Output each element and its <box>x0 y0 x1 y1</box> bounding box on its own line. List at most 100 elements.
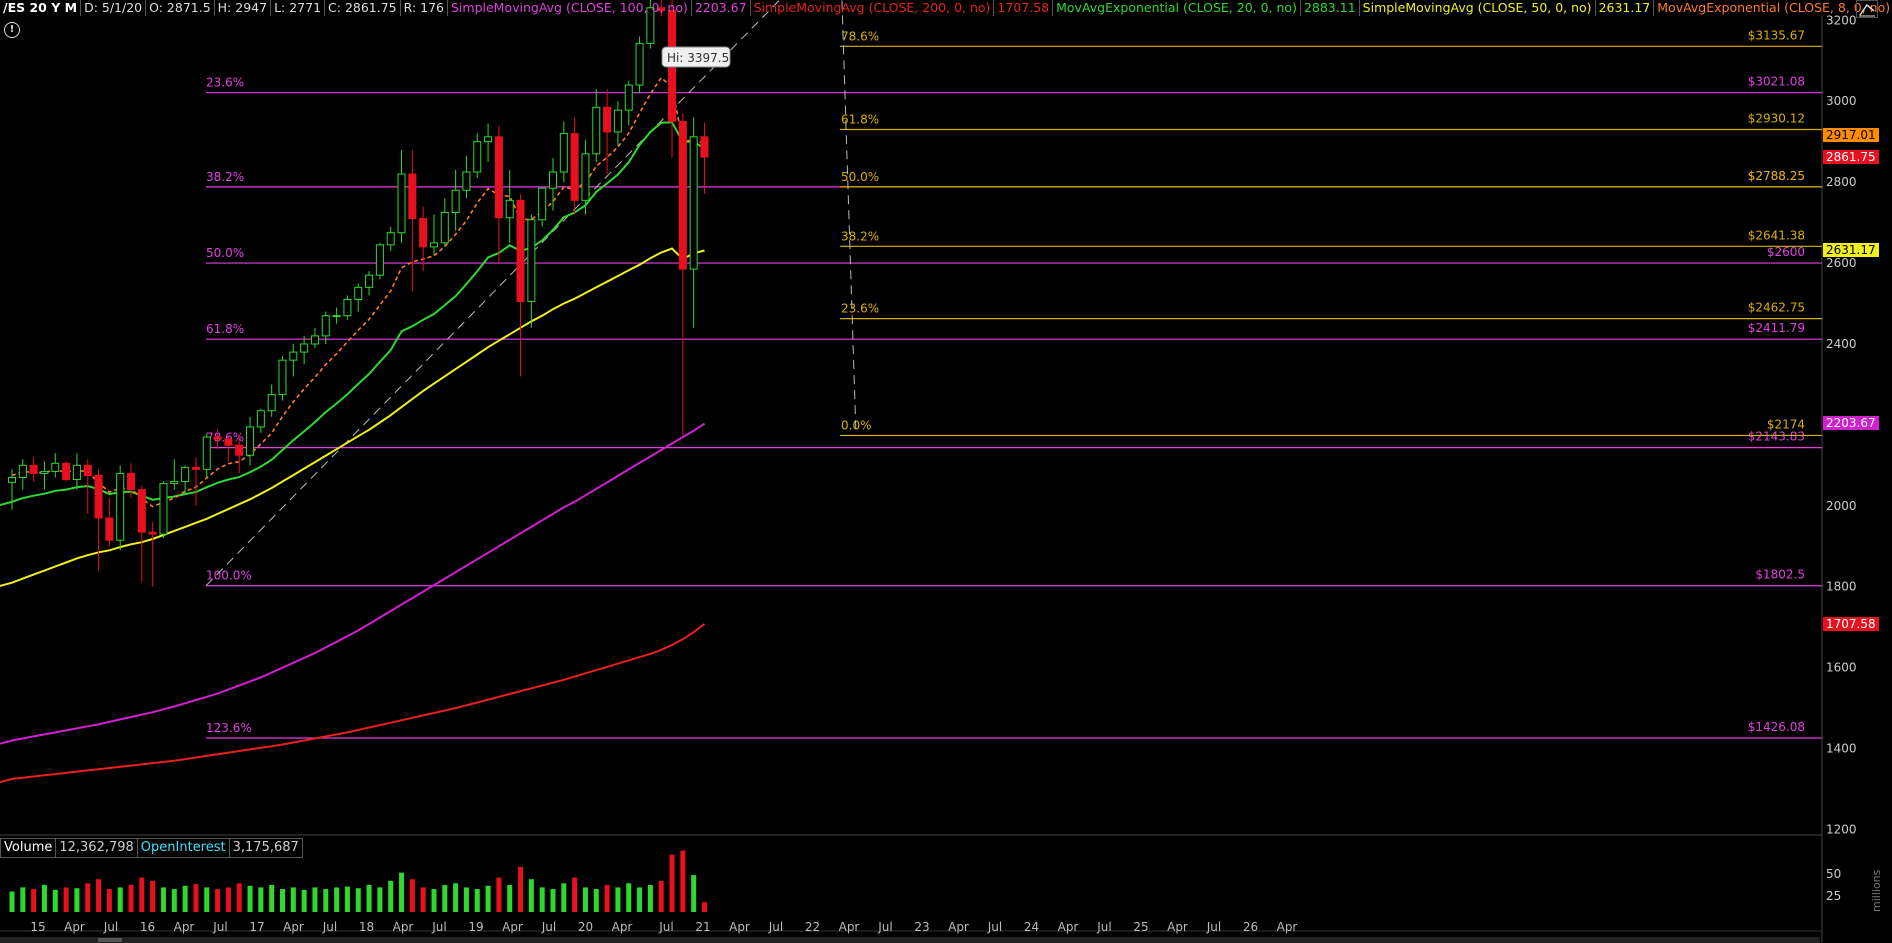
study-sma200-label[interactable]: SimpleMovingAvg (CLOSE, 200, 0, no) <box>751 0 995 16</box>
candle-body <box>559 133 568 173</box>
candle-body <box>484 136 493 143</box>
volume-bar <box>160 887 166 912</box>
drawing-tool-icon[interactable] <box>1856 0 1878 18</box>
fib-level-pct: 23.6% <box>206 76 244 90</box>
candle-body <box>51 462 60 472</box>
volume-bar <box>301 889 307 912</box>
volume-bar <box>604 884 610 912</box>
volume-bar <box>96 879 102 912</box>
candle-body <box>148 531 157 535</box>
candle-body <box>494 136 503 219</box>
volume-bar <box>507 884 513 912</box>
candle-body <box>62 462 71 481</box>
volume-bar <box>420 887 426 912</box>
candle-body <box>365 274 374 288</box>
candle-body <box>256 410 265 428</box>
x-tick-label: Jul <box>1096 920 1111 934</box>
price-tag: 2861.75 <box>1823 150 1879 165</box>
volume-bar <box>225 887 231 912</box>
candle-body <box>354 286 363 300</box>
volume-bar <box>323 889 329 912</box>
candle-body <box>321 315 330 337</box>
symbol-label[interactable]: /ES 20 Y M <box>0 0 82 16</box>
volume-bar <box>637 887 643 912</box>
volume-bar <box>63 887 69 912</box>
volume-label[interactable]: Volume <box>0 838 57 858</box>
volume-header: Volume 12,362,798 OpenInterest 3,175,687 <box>0 838 303 858</box>
candle-body <box>613 109 622 133</box>
volume-bar <box>453 883 459 912</box>
volume-bar <box>572 877 578 912</box>
candle-body <box>170 481 179 485</box>
x-tick-label: Apr <box>948 920 969 934</box>
candle-body <box>18 464 27 478</box>
volume-bar <box>31 889 37 912</box>
volume-bar <box>658 880 664 912</box>
chart-canvas[interactable]: 1200140016001800200022002400260028003000… <box>0 0 1892 943</box>
x-tick-label: Apr <box>612 920 633 934</box>
fib-retrace-price: $3135.67 <box>1748 28 1805 42</box>
volume-bar <box>204 887 210 912</box>
candle-body <box>29 464 38 474</box>
fib-retrace-anchor-line <box>841 0 857 436</box>
y-tick-label: 1600 <box>1826 661 1857 675</box>
candle-body <box>116 472 125 541</box>
y-tick-label: 1800 <box>1826 580 1857 594</box>
volume-bar <box>85 883 91 912</box>
volume-bar <box>215 889 221 912</box>
volume-bar <box>388 880 394 912</box>
candle-body <box>310 335 319 345</box>
x-tick-label: 22 <box>805 920 820 934</box>
candle-body <box>159 483 168 535</box>
x-tick-label: 23 <box>914 920 929 934</box>
volume-bar <box>680 850 686 912</box>
volume-bar <box>691 875 697 912</box>
candle-body <box>689 136 698 270</box>
x-tick-label: 15 <box>30 920 45 934</box>
info-icon[interactable]: ! <box>4 22 20 38</box>
candle-body <box>375 244 384 276</box>
volume-bar <box>290 887 296 912</box>
fib-retrace-pct: 78.6% <box>841 29 879 43</box>
fib-level-price: $2600 <box>1767 245 1805 259</box>
open-interest-label[interactable]: OpenInterest <box>136 838 230 858</box>
open-label: O: 2871.5 <box>146 0 215 16</box>
volume-bar <box>344 886 350 912</box>
x-tick-label: Apr <box>502 920 523 934</box>
volume-bar <box>150 880 156 912</box>
x-tick-label: 25 <box>1133 920 1148 934</box>
study-sma50-label[interactable]: SimpleMovingAvg (CLOSE, 50, 0, no) <box>1360 0 1596 16</box>
fib-retrace-pct: 50.0% <box>841 170 879 184</box>
x-tick-label: Apr <box>174 920 195 934</box>
x-tick-label: Apr <box>64 920 85 934</box>
candle-body <box>624 84 633 111</box>
candle-body <box>440 211 449 244</box>
candle-body <box>419 218 428 248</box>
candle-body <box>127 472 136 491</box>
study-ema20-label[interactable]: MovAvgExponential (CLOSE, 20, 0, no) <box>1053 0 1301 16</box>
volume-bar <box>334 887 340 912</box>
volume-bar <box>106 889 112 912</box>
fib-retrace-price: $2462.75 <box>1748 301 1805 315</box>
fib-retrace-pct: 0.0% <box>841 418 872 432</box>
high-label: H: 2947 <box>215 0 272 16</box>
date-label: D: 5/1/20 <box>81 0 147 16</box>
x-tick-label: Apr <box>1058 920 1079 934</box>
candle-body <box>105 517 114 541</box>
volume-bar <box>355 888 361 912</box>
volume-bar <box>74 888 80 912</box>
candle-body <box>505 199 514 219</box>
candle-body <box>678 120 687 270</box>
volume-bar <box>41 884 47 912</box>
range-label: R: 176 <box>401 0 448 16</box>
x-tick-label: 24 <box>1024 920 1039 934</box>
volume-bar <box>615 887 621 912</box>
x-tick-label: Jul <box>212 920 227 934</box>
candle-body <box>635 42 644 86</box>
sma100-line <box>0 422 706 745</box>
hi-label: Hi: 3397.5 <box>667 51 729 65</box>
candle-body <box>516 199 525 302</box>
study-sma100-label[interactable]: SimpleMovingAvg (CLOSE, 100, 0, no) <box>448 0 692 16</box>
candle-body <box>549 171 557 189</box>
candle-body <box>603 106 612 133</box>
